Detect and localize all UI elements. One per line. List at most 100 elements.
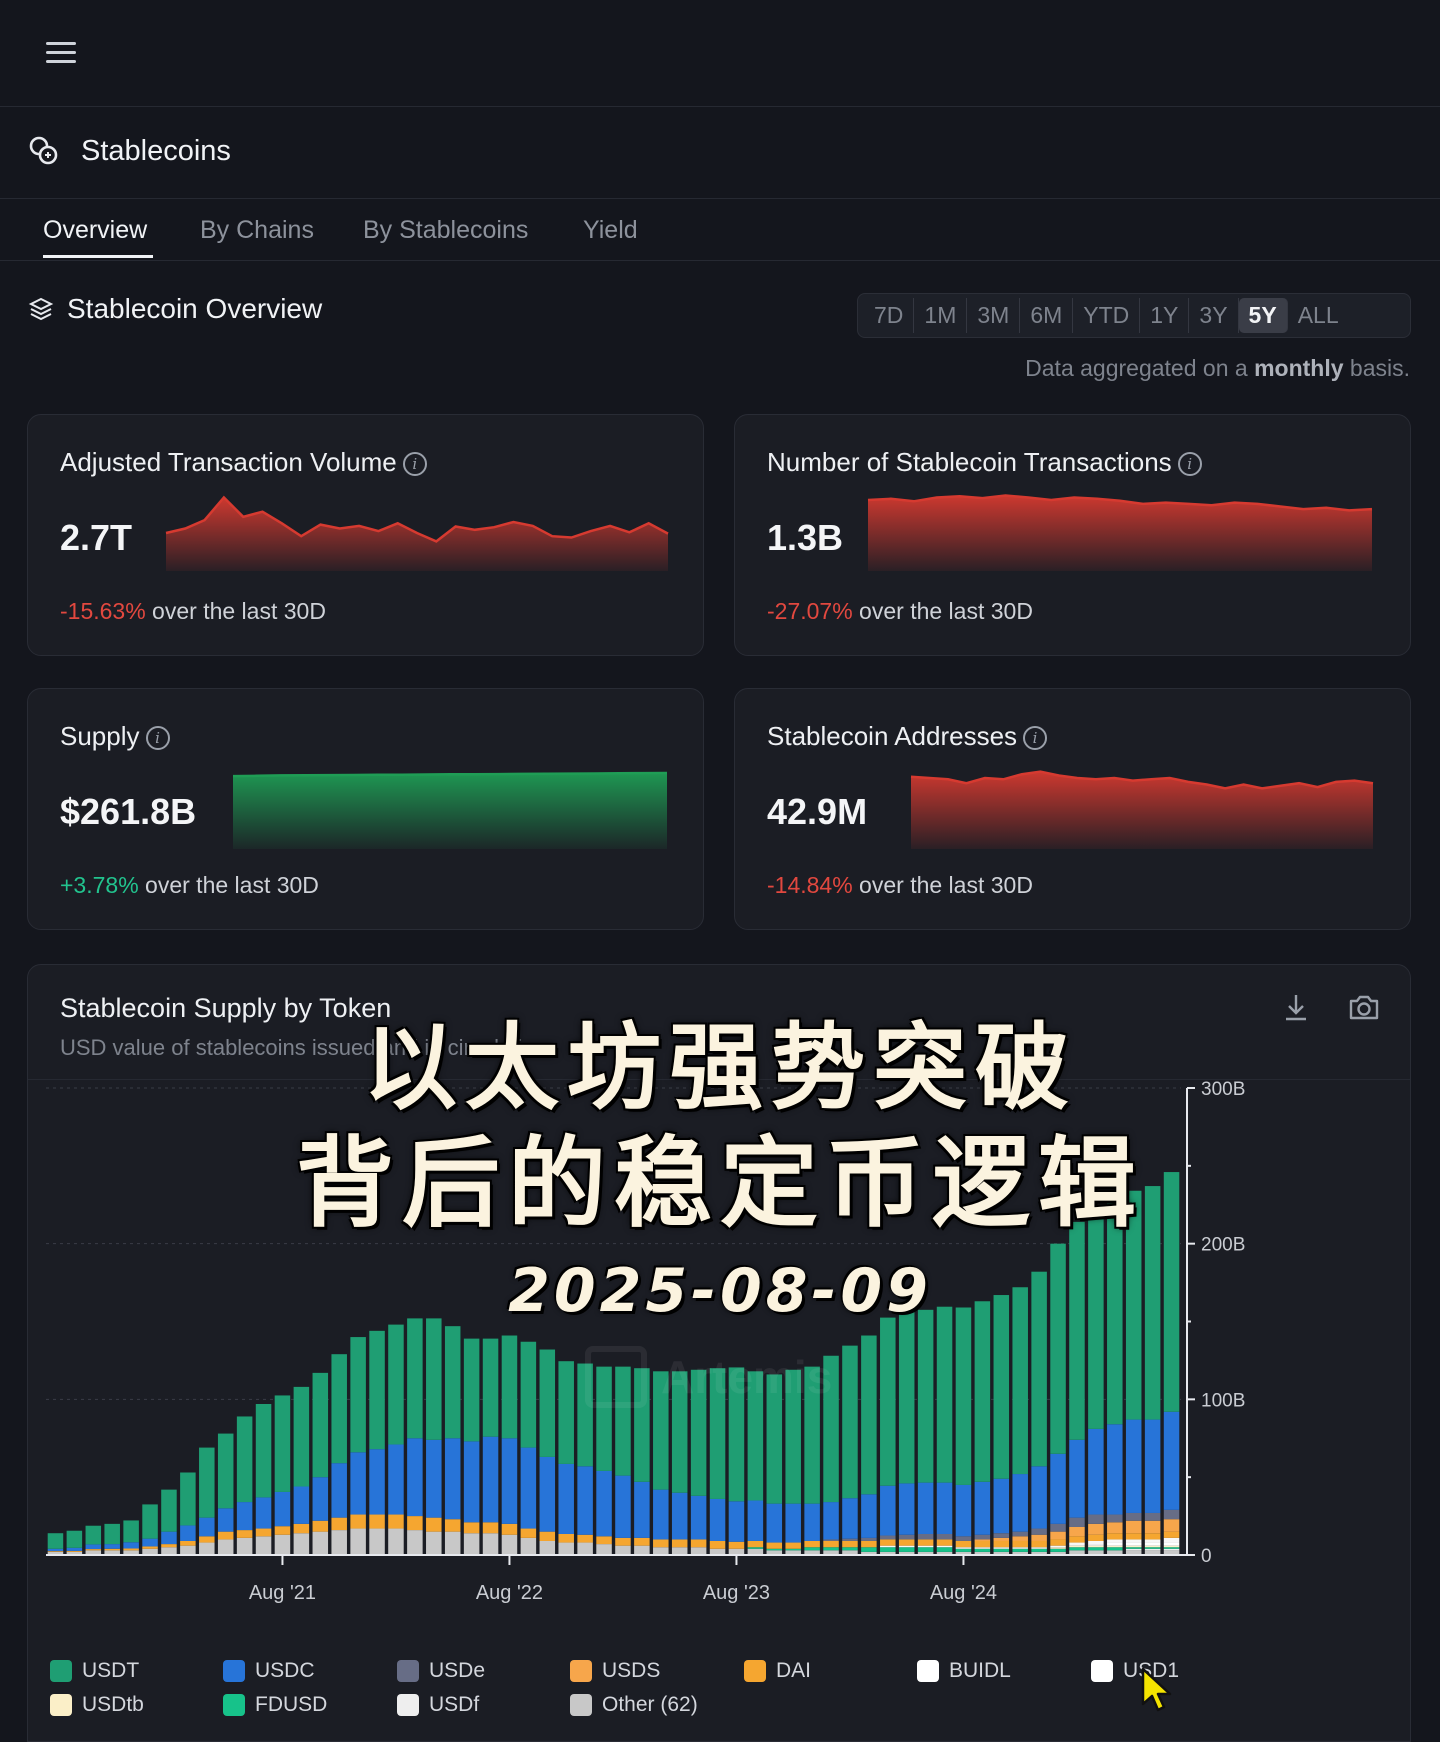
- bar-segment: [634, 1545, 650, 1555]
- legend-item-usdf[interactable]: USDf: [397, 1693, 479, 1717]
- legend-item-usds[interactable]: USDS: [570, 1659, 660, 1683]
- bar-segment: [690, 1547, 707, 1555]
- tab-by-chains[interactable]: By Chains: [200, 216, 314, 245]
- bar-segment: [709, 1540, 726, 1549]
- range-ytd[interactable]: YTD: [1073, 298, 1141, 333]
- bar-segment: [463, 1522, 480, 1534]
- range-all[interactable]: ALL: [1288, 298, 1349, 333]
- bar-segment: [407, 1438, 423, 1517]
- sparkline-area: [868, 495, 1372, 571]
- bar-segment: [236, 1530, 253, 1538]
- bar-segment: [898, 1312, 915, 1484]
- aggregation-note: Data aggregated on a monthly basis.: [1025, 355, 1410, 381]
- tab-overview[interactable]: Overview: [43, 216, 147, 245]
- legend-item-usdt[interactable]: USDT: [50, 1659, 139, 1683]
- bar-segment: [747, 1371, 764, 1501]
- range-7d[interactable]: 7D: [864, 298, 915, 333]
- metric-change: -14.84% over the last 30D: [767, 872, 1033, 898]
- sparkline: [232, 771, 668, 849]
- tab-by-stablecoins[interactable]: By Stablecoins: [363, 216, 528, 245]
- hamburger-icon[interactable]: [46, 42, 76, 66]
- range-1m[interactable]: 1M: [914, 298, 968, 333]
- legend-item-fdusd[interactable]: FDUSD: [223, 1693, 327, 1717]
- bar-segment: [1107, 1539, 1123, 1543]
- bar-segment: [709, 1498, 726, 1541]
- bar-segment: [161, 1547, 177, 1555]
- info-icon[interactable]: i: [1023, 726, 1048, 750]
- bar-segment: [1088, 1428, 1104, 1515]
- layers-icon: [28, 297, 54, 321]
- legend-swatch: [397, 1660, 419, 1682]
- range-1y[interactable]: 1Y: [1140, 298, 1190, 333]
- bar-segment: [312, 1477, 329, 1521]
- active-tab-indicator: [43, 255, 153, 258]
- bar-segment: [880, 1547, 896, 1552]
- bar-segment: [1125, 1547, 1142, 1549]
- bar-segment: [1031, 1466, 1047, 1529]
- legend-item-usdtb[interactable]: USDtb: [50, 1693, 144, 1717]
- bar-segment: [917, 1539, 934, 1546]
- y-tick-label: 300B: [1201, 1080, 1245, 1100]
- bar-segment: [426, 1439, 442, 1518]
- tab-yield[interactable]: Yield: [583, 216, 638, 245]
- bar-segment: [917, 1547, 934, 1552]
- bar-segment: [1144, 1533, 1161, 1540]
- metric-card-transaction-count: Number of Stablecoin Transactions i 1.3B …: [734, 414, 1411, 656]
- bar-segment: [1050, 1547, 1066, 1549]
- info-icon[interactable]: i: [402, 452, 427, 476]
- metric-title: Supply i: [60, 721, 170, 752]
- metric-card-transaction-volume: Adjusted Transaction Volume i 2.7T -15.63…: [27, 414, 704, 656]
- legend-item-usdc[interactable]: USDC: [223, 1659, 315, 1683]
- metric-value: $261.8B: [60, 791, 197, 832]
- bar-segment: [785, 1542, 801, 1549]
- bar-segment: [1050, 1548, 1066, 1552]
- legend-item-other[interactable]: Other (62): [570, 1693, 698, 1717]
- bar-segment: [842, 1540, 858, 1548]
- bar-segment: [1050, 1545, 1066, 1548]
- x-tick-label: Aug '21: [249, 1582, 316, 1604]
- bar-segment: [1144, 1419, 1161, 1513]
- bar-segment: [1144, 1186, 1161, 1420]
- bar-segment: [1088, 1540, 1104, 1545]
- range-6m[interactable]: 6M: [1020, 298, 1074, 333]
- bar-segment: [823, 1502, 839, 1540]
- bar-segment: [577, 1534, 593, 1543]
- range-3y[interactable]: 3Y: [1189, 298, 1239, 333]
- legend-item-dai[interactable]: DAI: [744, 1659, 811, 1683]
- bar-segment: [104, 1544, 120, 1549]
- range-5y[interactable]: 5Y: [1238, 298, 1288, 333]
- bar-segment: [861, 1540, 877, 1548]
- metric-value: 42.9M: [767, 791, 868, 832]
- info-icon[interactable]: i: [1177, 452, 1202, 476]
- bar-segment: [104, 1523, 120, 1545]
- info-icon[interactable]: i: [145, 726, 170, 750]
- bar-segment: [180, 1525, 196, 1541]
- metric-card-supply: Supply i $261.8B +3.78% over the last 30D: [27, 688, 704, 930]
- bar-segment: [1144, 1548, 1161, 1551]
- bar-segment: [1069, 1526, 1085, 1537]
- bar-segment: [898, 1534, 915, 1540]
- bar-segment: [898, 1483, 915, 1535]
- bar-segment: [85, 1549, 102, 1551]
- bar-segment: [482, 1533, 499, 1555]
- legend-item-buidl[interactable]: BUIDL: [917, 1659, 1011, 1683]
- bar-segment: [766, 1542, 783, 1549]
- range-3m[interactable]: 3M: [967, 298, 1021, 333]
- bar-segment: [199, 1536, 215, 1543]
- download-icon[interactable]: [1278, 989, 1314, 1025]
- bar-segment: [974, 1548, 991, 1552]
- bar-segment: [917, 1309, 934, 1483]
- bar-segment: [501, 1534, 518, 1555]
- bar-segment: [1107, 1545, 1123, 1548]
- bar-segment: [1107, 1547, 1123, 1551]
- bar-segment: [1069, 1545, 1085, 1548]
- bar-segment: [236, 1537, 253, 1555]
- legend-item-usde[interactable]: USDe: [397, 1659, 485, 1683]
- bar-segment: [804, 1503, 820, 1541]
- bar-segment: [426, 1318, 442, 1440]
- bar-segment: [255, 1497, 272, 1529]
- bar-segment: [842, 1498, 858, 1539]
- bar-segment: [1050, 1531, 1066, 1540]
- bar-segment: [1012, 1536, 1028, 1541]
- camera-icon[interactable]: [1346, 989, 1382, 1025]
